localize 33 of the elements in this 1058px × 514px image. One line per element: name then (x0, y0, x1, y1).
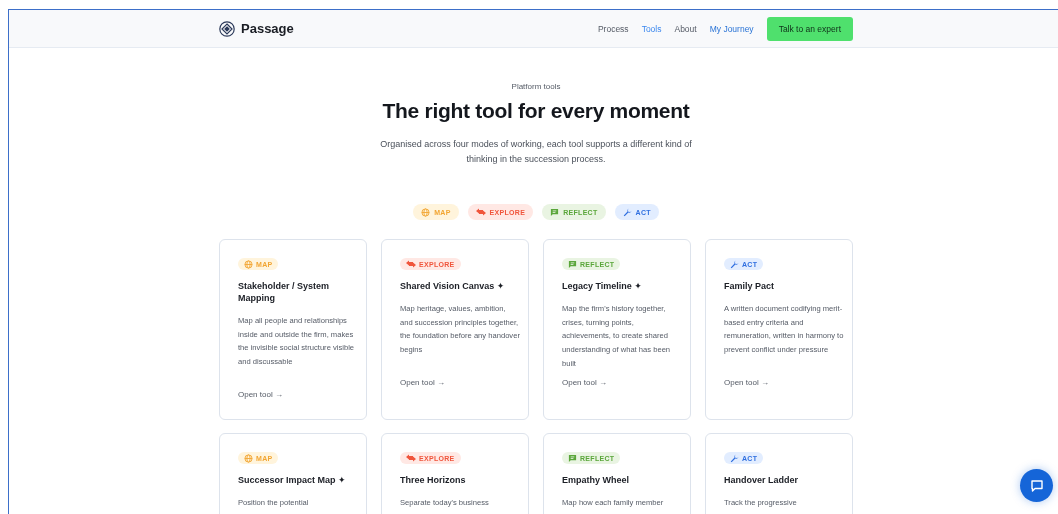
nav-link[interactable]: My Journey (709, 23, 754, 34)
tool-title: Shared Vision Canvas ✦ (400, 280, 505, 292)
open-tool-link[interactable]: Open tool → (400, 378, 445, 387)
open-tool-link[interactable]: Open tool → (562, 378, 607, 387)
arrows-icon (406, 454, 416, 462)
globe-icon (244, 453, 253, 463)
chat-bubble-icon (1029, 478, 1044, 493)
page-title: The right tool for every moment (381, 99, 691, 123)
globe-icon (421, 207, 431, 217)
chat-icon (568, 453, 577, 463)
chat-icon (568, 259, 577, 269)
logo-icon (219, 20, 235, 37)
open-tool-link[interactable]: Open tool → (238, 390, 283, 399)
tool-title: Successor Impact Map ✦ (238, 474, 346, 486)
arrows-icon (475, 208, 486, 216)
brand-name: Passage (241, 21, 294, 36)
globe-icon (244, 259, 253, 269)
tool-title: Family Pact (724, 280, 775, 292)
tool-title: Empathy Wheel (562, 474, 629, 486)
tool-title: Stakeholder / System Mapping (238, 280, 331, 304)
page-description: Organised across four modes of working, each tool supports a different kind of thinking in the succession process. (379, 138, 693, 166)
open-tool-link[interactable]: Open tool → (724, 378, 769, 387)
nav-link[interactable]: Process (597, 23, 629, 34)
arrows-icon (406, 260, 416, 268)
nav-link[interactable]: Tools (641, 23, 662, 34)
chat-button[interactable] (1020, 469, 1053, 502)
chat-icon (550, 207, 560, 217)
talk-to-expert-button[interactable]: Talk to an expert (766, 16, 853, 41)
tool-title: Three Horizons (400, 474, 466, 486)
tool-title: Handover Ladder (724, 474, 799, 486)
nav-link[interactable]: About (674, 23, 697, 34)
tool-title: Legacy Timeline ✦ (562, 280, 642, 292)
eyebrow-text: Platform tools (510, 82, 562, 91)
